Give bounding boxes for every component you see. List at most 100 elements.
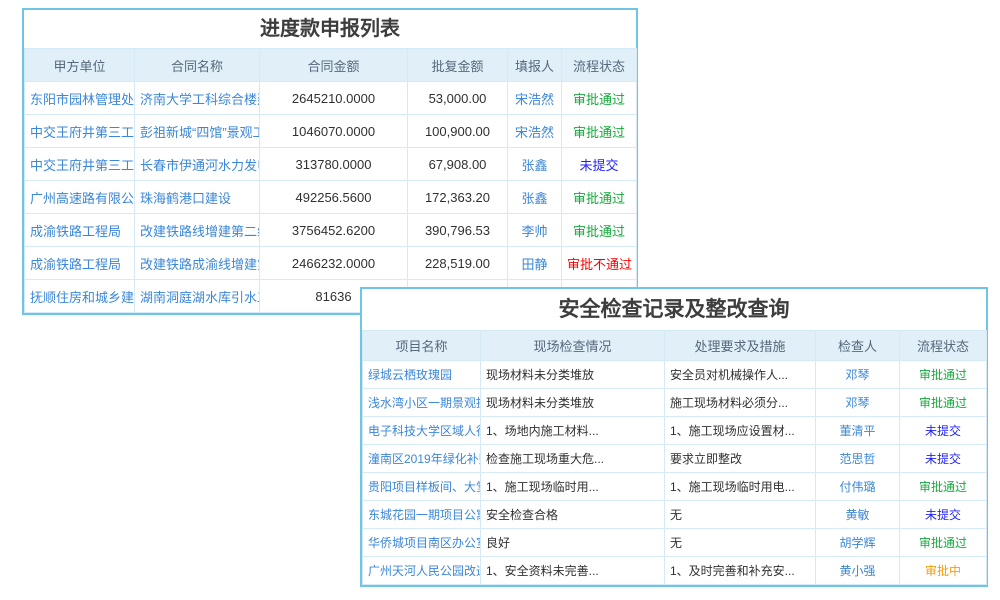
col-header-inspector: 检查人	[816, 331, 900, 361]
filler-link[interactable]: 宋浩然	[515, 92, 554, 107]
filler-link[interactable]: 田静	[521, 257, 547, 272]
party-unit-link[interactable]: 东阳市园林管理处	[30, 92, 134, 107]
inspector-link[interactable]: 董清平	[839, 424, 875, 438]
cell-approved-amount: 67,908.00	[408, 148, 508, 181]
inspector-link[interactable]: 黄小强	[839, 564, 875, 578]
table-row: 电子科技大学区域人行道 1、场地内施工材料... 1、施工现场应设置材... 董…	[363, 417, 987, 445]
contract-name-link[interactable]: 彭祖新城“四馆”景观工...	[140, 125, 260, 140]
party-unit-link[interactable]: 成渝铁路工程局	[30, 257, 121, 272]
cell-party-unit: 广州高速路有限公司	[25, 181, 135, 214]
cell-status: 未提交	[562, 148, 637, 181]
cell-site-check: 1、安全资料未完善...	[481, 557, 665, 585]
project-name-link[interactable]: 贵阳项目样板间、大堂、	[368, 480, 481, 494]
filler-link[interactable]: 张鑫	[521, 191, 547, 206]
cell-contract-name: 改建铁路线增建第二线...	[135, 214, 260, 247]
cell-contract-name: 珠海鹤港口建设	[135, 181, 260, 214]
cell-inspector: 邓琴	[816, 361, 900, 389]
cell-approved-amount: 53,000.00	[408, 82, 508, 115]
inspector-link[interactable]: 付伟璐	[839, 480, 875, 494]
col-header-filler: 填报人	[508, 49, 562, 82]
cell-measures: 1、及时完善和补充安...	[665, 557, 816, 585]
contract-name-link[interactable]: 改建铁路成渝线增建第...	[140, 257, 260, 272]
progress-payment-table: 甲方单位 合同名称 合同金额 批复金额 填报人 流程状态 东阳市园林管理处 济南…	[24, 48, 637, 313]
safety-inspection-title: 安全检查记录及整改查询	[362, 289, 986, 330]
party-unit-link[interactable]: 抚顺住房和城乡建...	[30, 290, 135, 305]
status-badge: 审批通过	[919, 480, 967, 494]
cell-measures: 1、施工现场应设置材...	[665, 417, 816, 445]
party-unit-link[interactable]: 中交王府井第三工...	[30, 158, 135, 173]
project-name-link[interactable]: 广州天河人民公园改造工	[368, 564, 481, 578]
inspector-link[interactable]: 邓琴	[845, 368, 869, 382]
contract-name-link[interactable]: 改建铁路线增建第二线...	[140, 224, 260, 239]
cell-project-name: 贵阳项目样板间、大堂、	[363, 473, 481, 501]
cell-project-name: 广州天河人民公园改造工	[363, 557, 481, 585]
cell-project-name: 东城花园一期项目公寓大	[363, 501, 481, 529]
table-header-row: 项目名称 现场检查情况 处理要求及措施 检查人 流程状态	[363, 331, 987, 361]
filler-link[interactable]: 宋浩然	[515, 125, 554, 140]
cell-contract-name: 彭祖新城“四馆”景观工...	[135, 115, 260, 148]
status-badge: 未提交	[925, 508, 961, 522]
status-badge: 审批通过	[573, 92, 625, 107]
cell-site-check: 良好	[481, 529, 665, 557]
inspector-link[interactable]: 胡学辉	[839, 536, 875, 550]
cell-contract-amount: 492256.5600	[260, 181, 408, 214]
col-header-contract-name: 合同名称	[135, 49, 260, 82]
cell-filler: 田静	[508, 247, 562, 280]
status-badge: 审批通过	[919, 368, 967, 382]
cell-status: 未提交	[900, 501, 987, 529]
party-unit-link[interactable]: 广州高速路有限公司	[30, 191, 135, 206]
party-unit-link[interactable]: 成渝铁路工程局	[30, 224, 121, 239]
table-row: 潼南区2019年绿化补贴项 检查施工现场重大危... 要求立即整改 范思哲 未提…	[363, 445, 987, 473]
cell-party-unit: 中交王府井第三工...	[25, 115, 135, 148]
col-header-party-unit: 甲方单位	[25, 49, 135, 82]
table-row: 中交王府井第三工... 彭祖新城“四馆”景观工... 1046070.0000 …	[25, 115, 637, 148]
contract-name-link[interactable]: 长春市伊通河水力发电...	[140, 158, 260, 173]
project-name-link[interactable]: 浅水湾小区一期景观提升	[368, 396, 481, 410]
table-row: 成渝铁路工程局 改建铁路线增建第二线... 3756452.6200 390,7…	[25, 214, 637, 247]
cell-filler: 张鑫	[508, 148, 562, 181]
status-badge: 审批不通过	[567, 257, 632, 272]
cell-project-name: 华侨城项目南区办公室内	[363, 529, 481, 557]
inspector-link[interactable]: 范思哲	[839, 452, 875, 466]
progress-payment-title: 进度款申报列表	[24, 10, 636, 48]
cell-measures: 1、施工现场临时用电...	[665, 473, 816, 501]
cell-status: 审批不通过	[562, 247, 637, 280]
cell-contract-name: 长春市伊通河水力发电...	[135, 148, 260, 181]
cell-status: 审批通过	[900, 529, 987, 557]
cell-status: 审批中	[900, 557, 987, 585]
status-badge: 审批通过	[573, 224, 625, 239]
project-name-link[interactable]: 电子科技大学区域人行道	[368, 424, 481, 438]
project-name-link[interactable]: 东城花园一期项目公寓大	[368, 508, 481, 522]
cell-project-name: 绿城云栖玫瑰园	[363, 361, 481, 389]
contract-name-link[interactable]: 湖南洞庭湖水库引水工...	[140, 290, 260, 305]
col-header-project-name: 项目名称	[363, 331, 481, 361]
table-row: 东城花园一期项目公寓大 安全检查合格 无 黄敏 未提交	[363, 501, 987, 529]
inspector-link[interactable]: 邓琴	[845, 396, 869, 410]
cell-project-name: 浅水湾小区一期景观提升	[363, 389, 481, 417]
cell-inspector: 范思哲	[816, 445, 900, 473]
status-badge: 审批通过	[573, 125, 625, 140]
cell-site-check: 1、施工现场临时用...	[481, 473, 665, 501]
cell-status: 审批通过	[900, 389, 987, 417]
status-badge: 审批通过	[573, 191, 625, 206]
cell-inspector: 黄敏	[816, 501, 900, 529]
cell-contract-name: 济南大学工科综合楼建...	[135, 82, 260, 115]
contract-name-link[interactable]: 济南大学工科综合楼建...	[140, 92, 260, 107]
party-unit-link[interactable]: 中交王府井第三工...	[30, 125, 135, 140]
col-header-approved-amount: 批复金额	[408, 49, 508, 82]
filler-link[interactable]: 李帅	[521, 224, 547, 239]
status-badge: 未提交	[925, 452, 961, 466]
project-name-link[interactable]: 绿城云栖玫瑰园	[368, 368, 452, 382]
project-name-link[interactable]: 华侨城项目南区办公室内	[368, 536, 481, 550]
table-row: 贵阳项目样板间、大堂、 1、施工现场临时用... 1、施工现场临时用电... 付…	[363, 473, 987, 501]
cell-approved-amount: 100,900.00	[408, 115, 508, 148]
status-badge: 未提交	[925, 424, 961, 438]
filler-link[interactable]: 张鑫	[521, 158, 547, 173]
contract-name-link[interactable]: 珠海鹤港口建设	[140, 191, 231, 206]
cell-party-unit: 东阳市园林管理处	[25, 82, 135, 115]
inspector-link[interactable]: 黄敏	[845, 508, 869, 522]
cell-inspector: 胡学辉	[816, 529, 900, 557]
project-name-link[interactable]: 潼南区2019年绿化补贴项	[368, 452, 481, 466]
table-row: 成渝铁路工程局 改建铁路成渝线增建第... 2466232.0000 228,5…	[25, 247, 637, 280]
status-badge: 未提交	[579, 158, 618, 173]
